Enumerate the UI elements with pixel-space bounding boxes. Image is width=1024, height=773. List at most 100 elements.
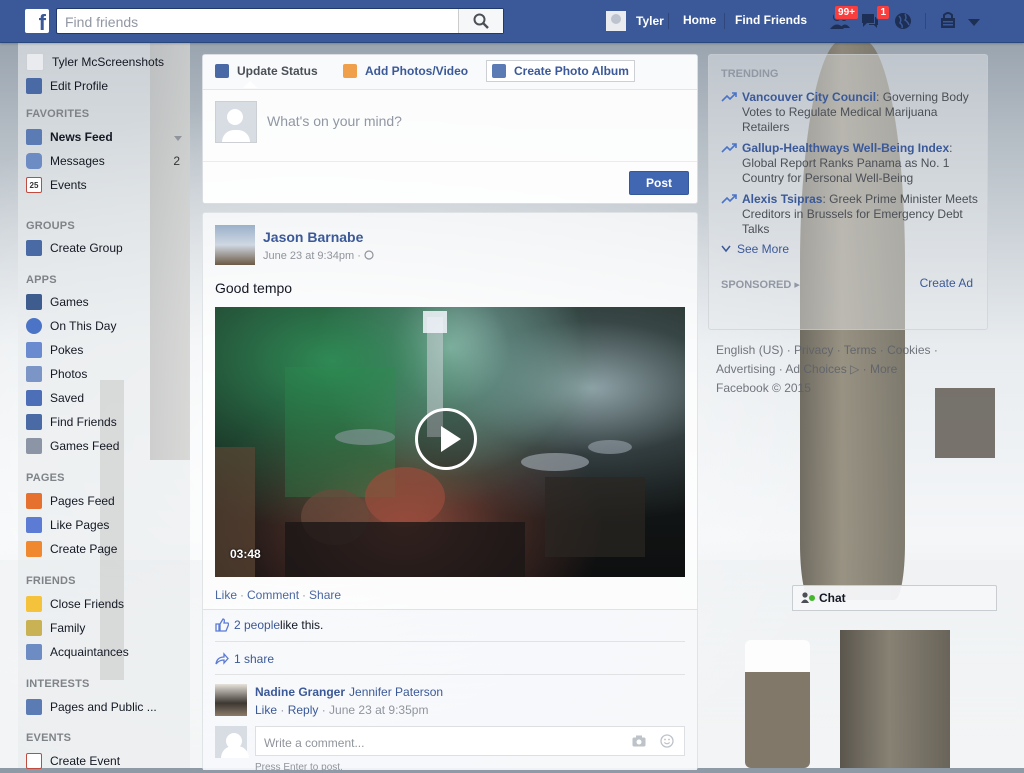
sidebar-item-events[interactable]: 25 Events <box>26 175 188 195</box>
avatar <box>26 53 44 71</box>
comment-meta: Like · Reply · June 23 at 9:35pm <box>255 703 429 717</box>
facebook-logo[interactable]: f <box>25 9 49 35</box>
shares-link[interactable]: 1 share <box>234 652 274 666</box>
chevron-down-icon[interactable] <box>174 130 182 144</box>
sidebar-item-create-page[interactable]: Create Page <box>26 539 188 559</box>
sidebar-item-close-friends[interactable]: Close Friends <box>26 594 188 614</box>
story-timestamp[interactable]: June 23 at 9:34pm · <box>263 250 374 262</box>
avatar[interactable] <box>215 225 255 265</box>
tab-create-album[interactable]: Create Photo Album <box>486 60 635 82</box>
footer-copyright: Facebook © 2015 <box>716 381 811 395</box>
trending-icon <box>721 194 737 204</box>
profile-link[interactable]: Tyler <box>606 10 664 32</box>
shares-summary: 1 share <box>215 652 274 666</box>
sidebar-item-label: Edit Profile <box>50 79 109 93</box>
search-input[interactable] <box>63 10 457 34</box>
friend-requests-badge: 99+ <box>834 5 859 20</box>
privacy-shortcuts-button[interactable] <box>940 11 962 31</box>
sidebar-item-create-group[interactable]: Create Group <box>26 238 188 258</box>
chat-status-icon <box>801 592 815 603</box>
chat-tab[interactable]: Chat <box>792 585 997 611</box>
section-header-pages: PAGES <box>26 472 65 484</box>
list-icon <box>26 644 42 660</box>
comment-author[interactable]: Nadine Granger Jennifer Paterson <box>255 685 443 699</box>
sidebar-item-games[interactable]: Games <box>26 292 188 312</box>
footer-links-line-2[interactable]: Advertising · Ad Choices ▷ · More <box>716 360 986 379</box>
sidebar-item-messages[interactable]: Messages 2 <box>26 151 188 171</box>
account-menu-button[interactable] <box>968 16 990 36</box>
camera-icon[interactable] <box>632 735 646 747</box>
story-author[interactable]: Jason Barnabe <box>263 229 363 245</box>
search-button[interactable] <box>458 9 503 33</box>
star-icon <box>26 596 42 612</box>
clock-icon <box>26 318 42 334</box>
comment-like-link[interactable]: Like <box>255 703 277 717</box>
chevron-down-icon <box>721 245 731 253</box>
poke-icon <box>26 342 42 358</box>
find-friends-link[interactable]: Find Friends <box>735 13 807 27</box>
sidebar-item-acquaintances[interactable]: Acquaintances <box>26 642 188 662</box>
post-button[interactable]: Post <box>629 171 689 195</box>
status-input[interactable]: What's on your mind? <box>267 113 402 129</box>
comment-composer <box>215 726 685 758</box>
composer-footer: Post <box>203 161 697 204</box>
sidebar-item-family[interactable]: Family <box>26 618 188 638</box>
lock-icon <box>941 12 955 28</box>
notifications-button[interactable] <box>893 11 915 31</box>
footer-links-line-1[interactable]: English (US) · Privacy · Terms · Cookies… <box>716 341 986 360</box>
divider <box>215 674 685 675</box>
create-ad-link[interactable]: Create Ad <box>920 276 973 290</box>
divider <box>215 641 685 642</box>
sidebar-item-photos[interactable]: Photos <box>26 364 188 384</box>
play-icon[interactable] <box>415 408 477 470</box>
like-link[interactable]: Like <box>215 588 237 602</box>
video-player[interactable]: 03:48 <box>215 307 685 577</box>
tab-label: Add Photos/Video <box>365 64 469 78</box>
sidebar-item-edit-profile[interactable]: Edit Profile <box>26 76 188 96</box>
chat-label: Chat <box>819 591 846 605</box>
composer-tabs: Update Status Add Photos/Video Create Ph… <box>203 55 697 90</box>
comment-timestamp[interactable]: June 23 at 9:35pm <box>329 703 428 717</box>
avatar <box>606 11 626 31</box>
avatar[interactable] <box>215 684 247 716</box>
comment-reply-link[interactable]: Reply <box>288 703 319 717</box>
sidebar-item-on-this-day[interactable]: On This Day <box>26 316 188 336</box>
emoji-icon[interactable] <box>660 734 674 748</box>
sidebar-item-profile[interactable]: Tyler McScreenshots <box>26 52 188 72</box>
sidebar-item-news-feed[interactable]: News Feed <box>26 127 188 147</box>
privacy-separator: · <box>357 250 361 262</box>
sidebar-item-create-event[interactable]: Create Event <box>26 751 188 771</box>
globe-icon <box>895 13 911 29</box>
background-birdhouse <box>745 640 810 768</box>
sidebar-item-like-pages[interactable]: Like Pages <box>26 515 188 535</box>
messages-badge: 1 <box>876 5 890 20</box>
messages-button[interactable]: 1 <box>860 5 890 31</box>
pencil-icon <box>215 64 229 78</box>
sidebar-item-pages-feed[interactable]: Pages Feed <box>26 491 188 511</box>
section-header-apps: APPS <box>26 274 57 286</box>
calendar-plus-icon <box>26 753 42 769</box>
likes-link[interactable]: 2 people <box>234 618 280 632</box>
share-link[interactable]: Share <box>309 588 341 602</box>
comment-link[interactable]: Comment <box>247 588 299 602</box>
sidebar-item-find-friends[interactable]: Find Friends <box>26 412 188 432</box>
trend-title: Alexis Tsipras <box>742 192 823 206</box>
section-header-sponsored: SPONSORED ▸ <box>721 278 800 291</box>
sidebar-item-label: Games <box>50 295 89 309</box>
friend-requests-button[interactable]: 99+ <box>829 5 859 31</box>
sidebar-item-pages-public[interactable]: Pages and Public ... <box>26 697 188 717</box>
tab-update-status[interactable]: Update Status <box>215 64 318 78</box>
camera-icon <box>343 64 357 78</box>
sidebar-item-pokes[interactable]: Pokes <box>26 340 188 360</box>
comment-text[interactable]: Jennifer Paterson <box>349 685 443 699</box>
tab-add-photos[interactable]: Add Photos/Video <box>343 64 468 78</box>
see-more-link[interactable]: See More <box>721 242 789 256</box>
avatar <box>215 101 257 143</box>
home-link[interactable]: Home <box>683 13 716 27</box>
nav-divider <box>724 13 725 29</box>
sidebar-item-saved[interactable]: Saved <box>26 388 188 408</box>
comment-input[interactable] <box>262 735 616 751</box>
sidebar-item-games-feed[interactable]: Games Feed <box>26 436 188 456</box>
megaphone-icon: ▸ <box>794 279 800 291</box>
sidebar-item-label: Like Pages <box>50 518 110 532</box>
